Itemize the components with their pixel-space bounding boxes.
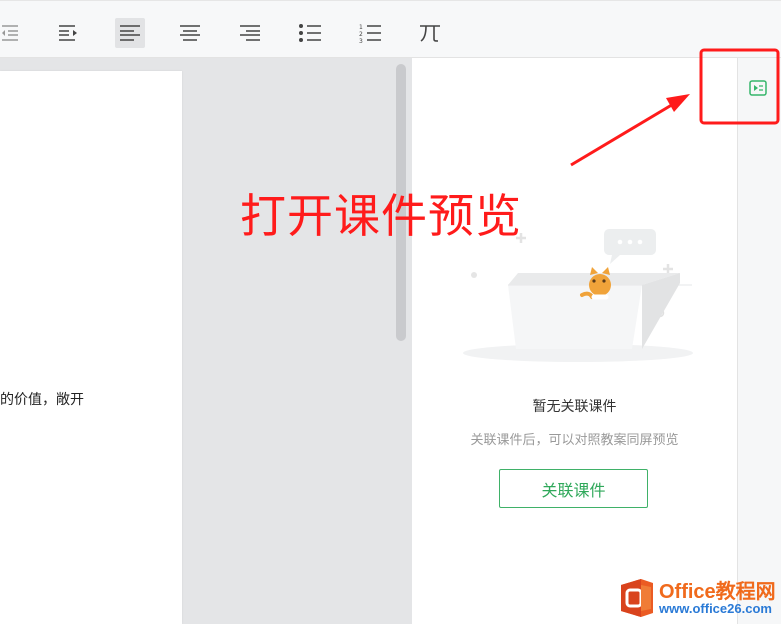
increase-indent-icon bbox=[59, 25, 77, 41]
align-right-button[interactable] bbox=[235, 18, 265, 48]
svg-text:3: 3 bbox=[359, 38, 363, 43]
svg-text:2: 2 bbox=[359, 31, 363, 38]
distribute-button[interactable] bbox=[415, 18, 445, 48]
bullet-list-icon bbox=[299, 24, 321, 42]
bullet-list-button[interactable] bbox=[295, 18, 325, 48]
office-logo-icon bbox=[621, 579, 653, 617]
increase-indent-button[interactable] bbox=[55, 18, 85, 48]
right-side-strip bbox=[737, 58, 781, 624]
empty-description: 关联课件后，可以对照教案同屏预览 bbox=[470, 433, 679, 448]
link-courseware-button[interactable]: 关联课件 bbox=[499, 469, 648, 508]
align-left-icon bbox=[120, 25, 140, 41]
document-body-text: 的价值，敞开 bbox=[0, 392, 84, 408]
watermark: Office教程网 www.office26.com bbox=[617, 575, 779, 621]
align-center-icon bbox=[180, 25, 200, 41]
empty-box-illustration bbox=[463, 229, 693, 362]
decrease-indent-icon bbox=[2, 25, 18, 41]
numbered-list-button[interactable]: 123 bbox=[355, 18, 385, 48]
document-canvas: 的价值，敞开 bbox=[0, 58, 412, 624]
distribute-icon bbox=[420, 25, 440, 42]
align-right-icon bbox=[240, 25, 260, 41]
decrease-indent-button[interactable] bbox=[0, 18, 22, 48]
align-left-button[interactable] bbox=[115, 18, 145, 48]
formatting-toolbar: 123 bbox=[0, 0, 781, 58]
document-page[interactable]: 的价值，敞开 bbox=[0, 71, 182, 624]
watermark-title: Office教程网 bbox=[659, 581, 776, 603]
annotation-label: 打开课件预览 bbox=[240, 189, 522, 243]
align-center-button[interactable] bbox=[175, 18, 205, 48]
empty-title: 暂无关联课件 bbox=[532, 399, 617, 415]
numbered-list-icon: 123 bbox=[359, 24, 381, 43]
watermark-url: www.office26.com bbox=[659, 601, 772, 616]
courseware-preview-icon[interactable] bbox=[749, 80, 767, 98]
svg-text:1: 1 bbox=[359, 24, 363, 31]
